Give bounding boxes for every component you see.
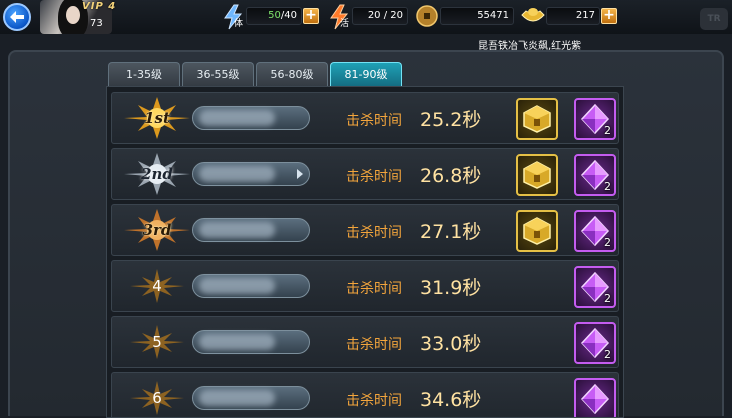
rank-label: 4 xyxy=(152,277,162,295)
gold-value: 217 xyxy=(575,10,595,21)
gold-ingot-icon xyxy=(521,8,545,22)
ranking-row: 1st 击杀时间 25.2秒 2 xyxy=(111,92,619,144)
player-name-bar[interactable] xyxy=(192,386,310,410)
gold-field: 217 xyxy=(546,7,600,25)
gold-chest-reward[interactable] xyxy=(516,154,558,196)
back-button[interactable] xyxy=(3,3,31,31)
purple-gem-reward[interactable]: 2 xyxy=(574,266,616,308)
coins-value: 55471 xyxy=(477,10,509,21)
kill-time-value: 33.0秒 xyxy=(420,333,482,355)
stamina-value: 50 xyxy=(268,10,281,21)
rank-label: 2nd xyxy=(141,165,173,183)
kill-time-label: 击杀时间 xyxy=(346,113,402,129)
stamina-field: 50/40 xyxy=(246,7,302,25)
player-level: 73 xyxy=(90,18,103,29)
vitality-field: 20 / 20 xyxy=(352,7,408,25)
ranking-row: 2nd 击杀时间 26.8秒 2 xyxy=(111,148,619,200)
ranking-row: 3rd 击杀时间 27.1秒 2 xyxy=(111,204,619,256)
coin-icon xyxy=(416,5,438,27)
vip-badge: VIP 4 xyxy=(82,1,117,12)
rank-label: 3rd xyxy=(142,221,172,239)
rank-label: 6 xyxy=(152,389,162,407)
tab-36-55[interactable]: 36-55级 xyxy=(182,62,254,86)
add-gold-button[interactable]: + xyxy=(601,8,617,24)
rank-label: 1st xyxy=(144,109,170,127)
reward-quantity: 2 xyxy=(604,124,611,137)
ranking-row: 5 击杀时间 33.0秒 2 xyxy=(111,316,619,368)
purple-crystal-icon xyxy=(580,383,610,415)
kill-time-value: 25.2秒 xyxy=(420,109,482,131)
arrow-left-icon xyxy=(10,11,24,23)
purple-gem-reward[interactable] xyxy=(574,378,616,417)
leaderboard-panel: 1-35级 36-55级 56-80级 81-90级 1st 击杀时间 25.2… xyxy=(8,50,724,418)
coins-field: 55471 xyxy=(440,7,514,25)
kill-time-value: 34.6秒 xyxy=(420,389,482,411)
rank-badge: 6 xyxy=(120,375,194,417)
treasure-chest-icon xyxy=(523,105,551,133)
play-arrow-icon xyxy=(297,169,303,179)
kill-time-value: 31.9秒 xyxy=(420,277,482,299)
treasure-chest-icon xyxy=(523,161,551,189)
corner-logo: TR xyxy=(700,8,728,30)
gold-chest-reward[interactable] xyxy=(516,98,558,140)
tab-1-35[interactable]: 1-35级 xyxy=(108,62,180,86)
stamina-max: /40 xyxy=(280,10,297,21)
ranking-row: 6 击杀时间 34.6秒 xyxy=(111,372,619,417)
reward-quantity: 2 xyxy=(604,236,611,249)
kill-time-label: 击杀时间 xyxy=(346,281,402,297)
ranking-list[interactable]: 1st 击杀时间 25.2秒 2 2nd 击杀时间 26.8秒 2 3rd 击杀… xyxy=(106,86,624,418)
tab-56-80[interactable]: 56-80级 xyxy=(256,62,328,86)
player-name-bar[interactable] xyxy=(192,330,310,354)
add-stamina-button[interactable]: + xyxy=(303,8,319,24)
rank-badge: 5 xyxy=(120,319,194,365)
rank-badge: 2nd xyxy=(120,151,194,197)
rank-label: 5 xyxy=(152,333,162,351)
tab-81-90[interactable]: 81-90级 xyxy=(330,62,402,86)
kill-time-value: 26.8秒 xyxy=(420,165,482,187)
kill-time-label: 击杀时间 xyxy=(346,225,402,241)
player-name-bar[interactable] xyxy=(192,106,310,130)
player-name-bar[interactable] xyxy=(192,274,310,298)
reward-quantity: 2 xyxy=(604,180,611,193)
rank-badge: 1st xyxy=(120,95,194,141)
stamina-label: 体 xyxy=(234,19,244,29)
purple-gem-reward[interactable]: 2 xyxy=(574,98,616,140)
vitality-value: 20 / 20 xyxy=(367,10,403,21)
kill-time-value: 27.1秒 xyxy=(420,221,482,243)
rank-badge: 3rd xyxy=(120,207,194,253)
ranking-row: 4 击杀时间 31.9秒 2 xyxy=(111,260,619,312)
kill-time-label: 击杀时间 xyxy=(346,169,402,185)
kill-time-label: 击杀时间 xyxy=(346,393,402,409)
treasure-chest-icon xyxy=(523,217,551,245)
player-name-bar[interactable] xyxy=(192,218,310,242)
rank-badge: 4 xyxy=(120,263,194,309)
purple-gem-reward[interactable]: 2 xyxy=(574,154,616,196)
reward-quantity: 2 xyxy=(604,348,611,361)
gold-chest-reward[interactable] xyxy=(516,210,558,252)
reward-quantity: 2 xyxy=(604,292,611,305)
player-name-bar[interactable] xyxy=(192,162,310,186)
purple-gem-reward[interactable]: 2 xyxy=(574,322,616,364)
kill-time-label: 击杀时间 xyxy=(346,337,402,353)
vitality-label: 活 xyxy=(340,19,350,29)
purple-gem-reward[interactable]: 2 xyxy=(574,210,616,252)
top-bar: VIP 4 73 体 50/40 + 活 20 / 20 55471 217 +… xyxy=(0,0,732,34)
